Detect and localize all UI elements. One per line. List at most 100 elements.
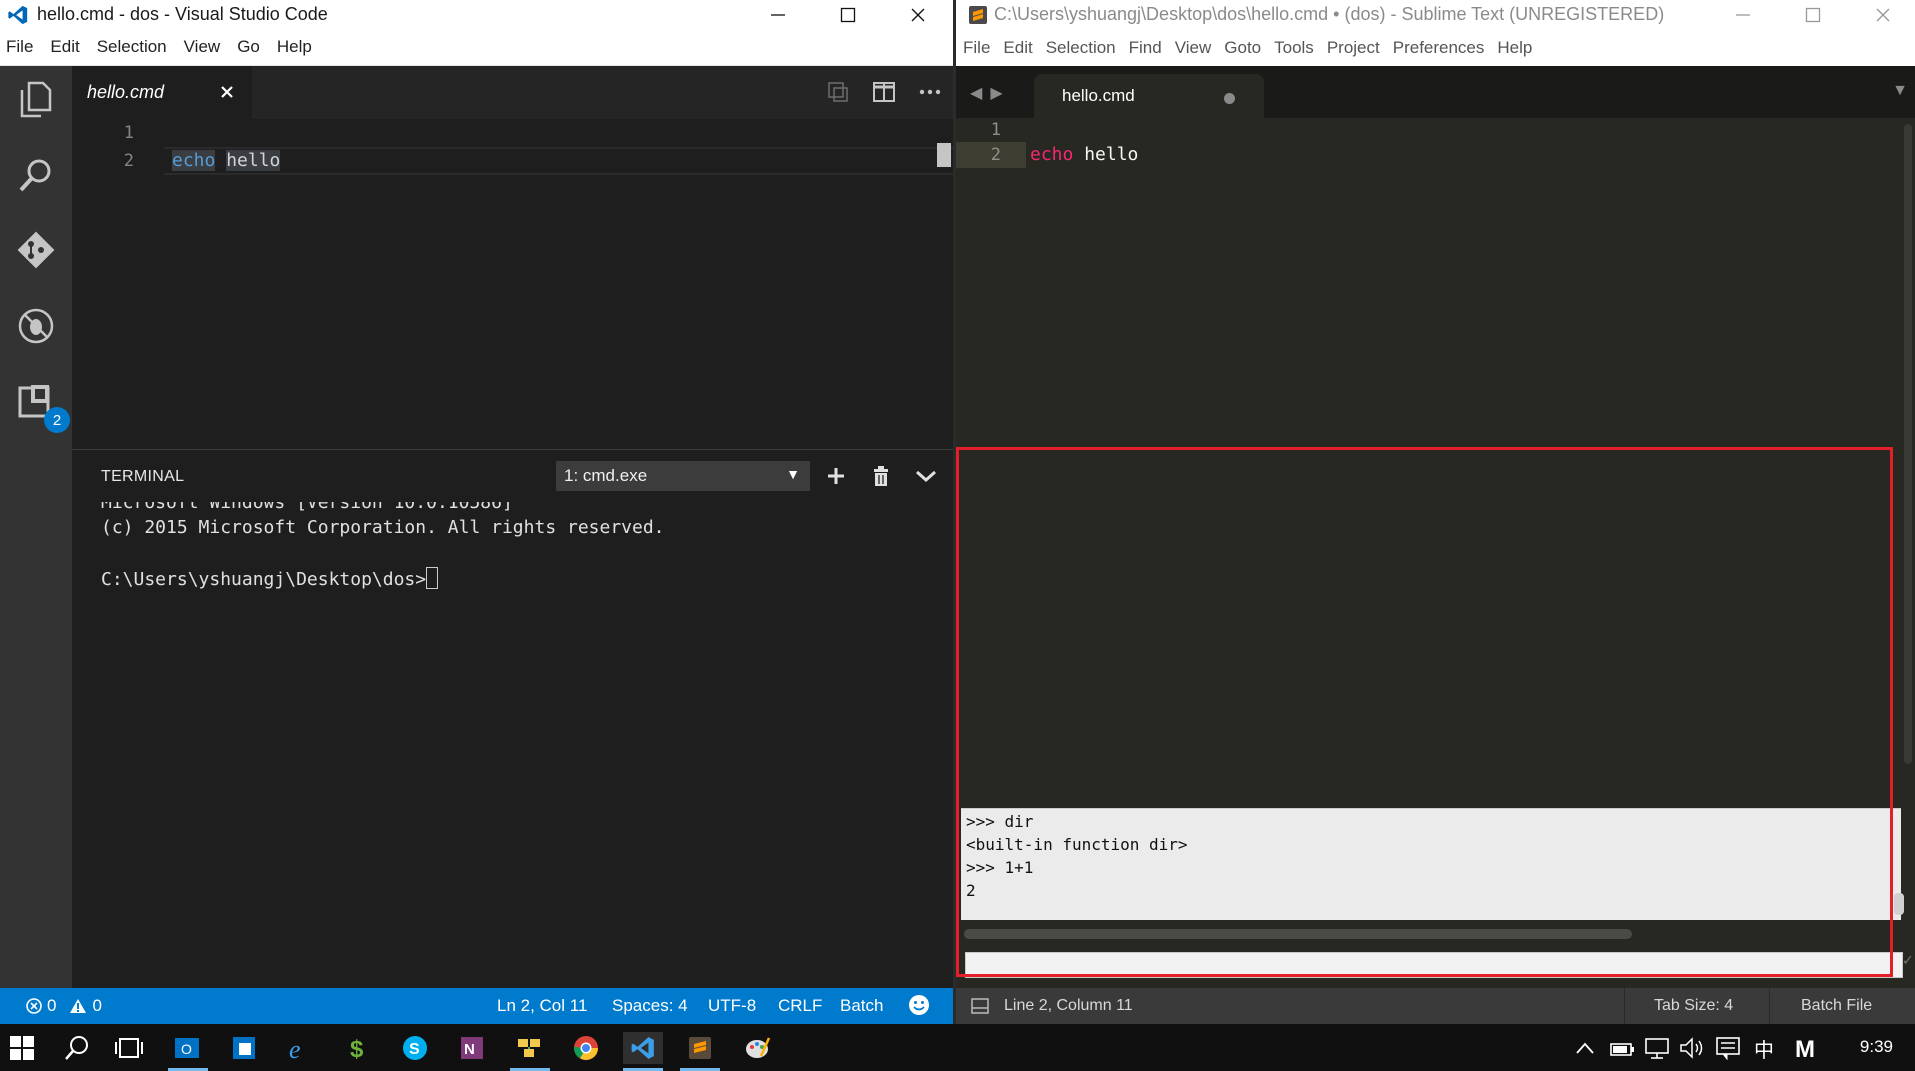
chevron-down-icon: [916, 470, 936, 483]
edge-app[interactable]: e: [285, 1032, 317, 1064]
code-line-2: echo hello: [1030, 144, 1138, 165]
split-editor-button[interactable]: [871, 78, 897, 106]
indentation-setting[interactable]: Spaces: 4: [612, 996, 688, 1016]
code-line-2: echo hello: [172, 150, 281, 171]
menu-find[interactable]: Find: [1122, 38, 1168, 58]
editor-scrollbar[interactable]: [1904, 124, 1912, 764]
sublime-statusbar: Line 2, Column 11 Tab Size: 4 Batch File: [956, 988, 1915, 1024]
start-button[interactable]: [6, 1032, 38, 1064]
volume-tray[interactable]: [1676, 1032, 1708, 1064]
menu-goto[interactable]: Goto: [1217, 38, 1267, 58]
paint-app[interactable]: [741, 1032, 773, 1064]
ime-indicator[interactable]: 中: [1748, 1032, 1780, 1064]
git-icon: [17, 231, 55, 269]
ime-mode-button[interactable]: M: [1790, 1032, 1822, 1064]
vscode-editor[interactable]: 1 2 echo hello: [72, 119, 1004, 449]
clock[interactable]: 9:39: [1860, 1037, 1893, 1057]
unsaved-dot-icon[interactable]: [1224, 93, 1235, 104]
error-icon: [26, 998, 42, 1014]
explorer-app[interactable]: [513, 1032, 545, 1064]
chrome-app[interactable]: [570, 1032, 602, 1064]
action-center-button[interactable]: [1712, 1032, 1744, 1064]
sublime-app[interactable]: [684, 1032, 716, 1064]
new-terminal-button[interactable]: [822, 462, 850, 490]
search-view-button[interactable]: [13, 152, 59, 198]
feedback-button[interactable]: [908, 994, 930, 1016]
close-window-button[interactable]: [1848, 0, 1915, 29]
console-vscrollbar[interactable]: [1894, 893, 1904, 915]
outlook-calendar-app[interactable]: [228, 1032, 260, 1064]
problems-indicator[interactable]: 0 0: [26, 996, 102, 1016]
editor-tabbar: hello.cmd: [72, 66, 953, 119]
syntax-setting[interactable]: Batch File: [1801, 997, 1872, 1015]
outlook-app[interactable]: O: [171, 1032, 203, 1064]
menu-edit[interactable]: Edit: [44, 37, 90, 57]
extensions-button[interactable]: 2: [13, 378, 70, 433]
kill-terminal-button[interactable]: [867, 462, 895, 490]
menu-go[interactable]: Go: [231, 37, 271, 57]
encoding-setting[interactable]: UTF-8: [708, 996, 756, 1016]
vscode-app[interactable]: [623, 1032, 663, 1064]
start-icon: [10, 1036, 34, 1060]
collapse-panel-button[interactable]: [912, 462, 940, 490]
cursor-position: Line 2, Column 11: [1004, 997, 1133, 1014]
svg-text:S: S: [409, 1041, 420, 1058]
tab-close-button[interactable]: [216, 81, 238, 103]
cursor-position[interactable]: Ln 2, Col 11: [497, 996, 587, 1016]
more-actions-button[interactable]: [917, 78, 943, 106]
tab-hello-cmd[interactable]: hello.cmd: [1034, 74, 1264, 118]
menu-tools[interactable]: Tools: [1267, 38, 1320, 58]
show-hidden-icons-button[interactable]: [1569, 1032, 1601, 1064]
menu-selection[interactable]: Selection: [1039, 38, 1122, 58]
editor-scrollbar[interactable]: [937, 143, 951, 167]
battery-icon: [1610, 1043, 1634, 1056]
close-window-button[interactable]: [883, 0, 953, 29]
menu-view[interactable]: View: [1168, 38, 1218, 58]
eol-setting[interactable]: CRLF: [778, 996, 822, 1016]
menu-help[interactable]: Help: [1490, 38, 1538, 58]
tab-prev-button[interactable]: ◀: [970, 83, 982, 103]
panel-toggle-icon[interactable]: [971, 998, 989, 1014]
menu-project[interactable]: Project: [1320, 38, 1386, 58]
open-changes-button[interactable]: [825, 78, 851, 106]
language-mode[interactable]: Batch: [840, 996, 883, 1016]
code-text: hello: [1073, 144, 1139, 165]
terminal-prompt-line[interactable]: C:\Users\yshuangj\Desktop\dos>: [101, 567, 439, 590]
network-tray[interactable]: [1641, 1032, 1673, 1064]
edge-icon: e: [289, 1035, 301, 1062]
tab-size-setting[interactable]: Tab Size: 4: [1654, 997, 1733, 1015]
source-control-button[interactable]: [13, 227, 59, 273]
maximize-button[interactable]: [813, 0, 883, 29]
line-number: 1: [990, 120, 1001, 140]
menu-view[interactable]: View: [178, 37, 232, 57]
explorer-button[interactable]: [13, 76, 59, 122]
menu-file[interactable]: File: [0, 37, 44, 57]
sublime-window: C:\Users\yshuangj\Desktop\dos\hello.cmd …: [953, 0, 1915, 1024]
menu-preferences[interactable]: Preferences: [1386, 38, 1491, 58]
tab-next-button[interactable]: ▶: [990, 83, 1002, 103]
maximize-button[interactable]: [1778, 0, 1848, 29]
task-view-button[interactable]: [113, 1032, 145, 1064]
minimize-button[interactable]: [743, 0, 813, 29]
tab-list-button[interactable]: ▼: [1892, 82, 1908, 100]
dropdown-caret-icon: ▼: [786, 466, 800, 482]
battery-tray[interactable]: [1605, 1032, 1637, 1064]
taskbar-search-button[interactable]: [61, 1032, 93, 1064]
onenote-app[interactable]: N: [456, 1032, 488, 1064]
vscode-titlebar: hello.cmd - dos - Visual Studio Code: [0, 0, 953, 29]
paint-icon: [746, 1037, 771, 1058]
search-icon: [19, 159, 51, 192]
skype-app[interactable]: S: [399, 1032, 431, 1064]
tab-hello-cmd[interactable]: hello.cmd: [72, 66, 252, 119]
menu-file[interactable]: File: [956, 38, 996, 58]
svg-text:M: M: [1795, 1036, 1815, 1060]
close-icon: [1876, 8, 1890, 21]
menu-edit[interactable]: Edit: [996, 38, 1038, 58]
app-s[interactable]: $: [342, 1032, 374, 1064]
menu-selection[interactable]: Selection: [91, 37, 178, 57]
highlight-annotation-box: [956, 447, 1893, 977]
terminal-select[interactable]: 1: cmd.exe ▼: [556, 461, 810, 491]
debug-button[interactable]: [13, 303, 59, 349]
minimize-button[interactable]: [1708, 0, 1778, 29]
menu-help[interactable]: Help: [271, 37, 323, 57]
